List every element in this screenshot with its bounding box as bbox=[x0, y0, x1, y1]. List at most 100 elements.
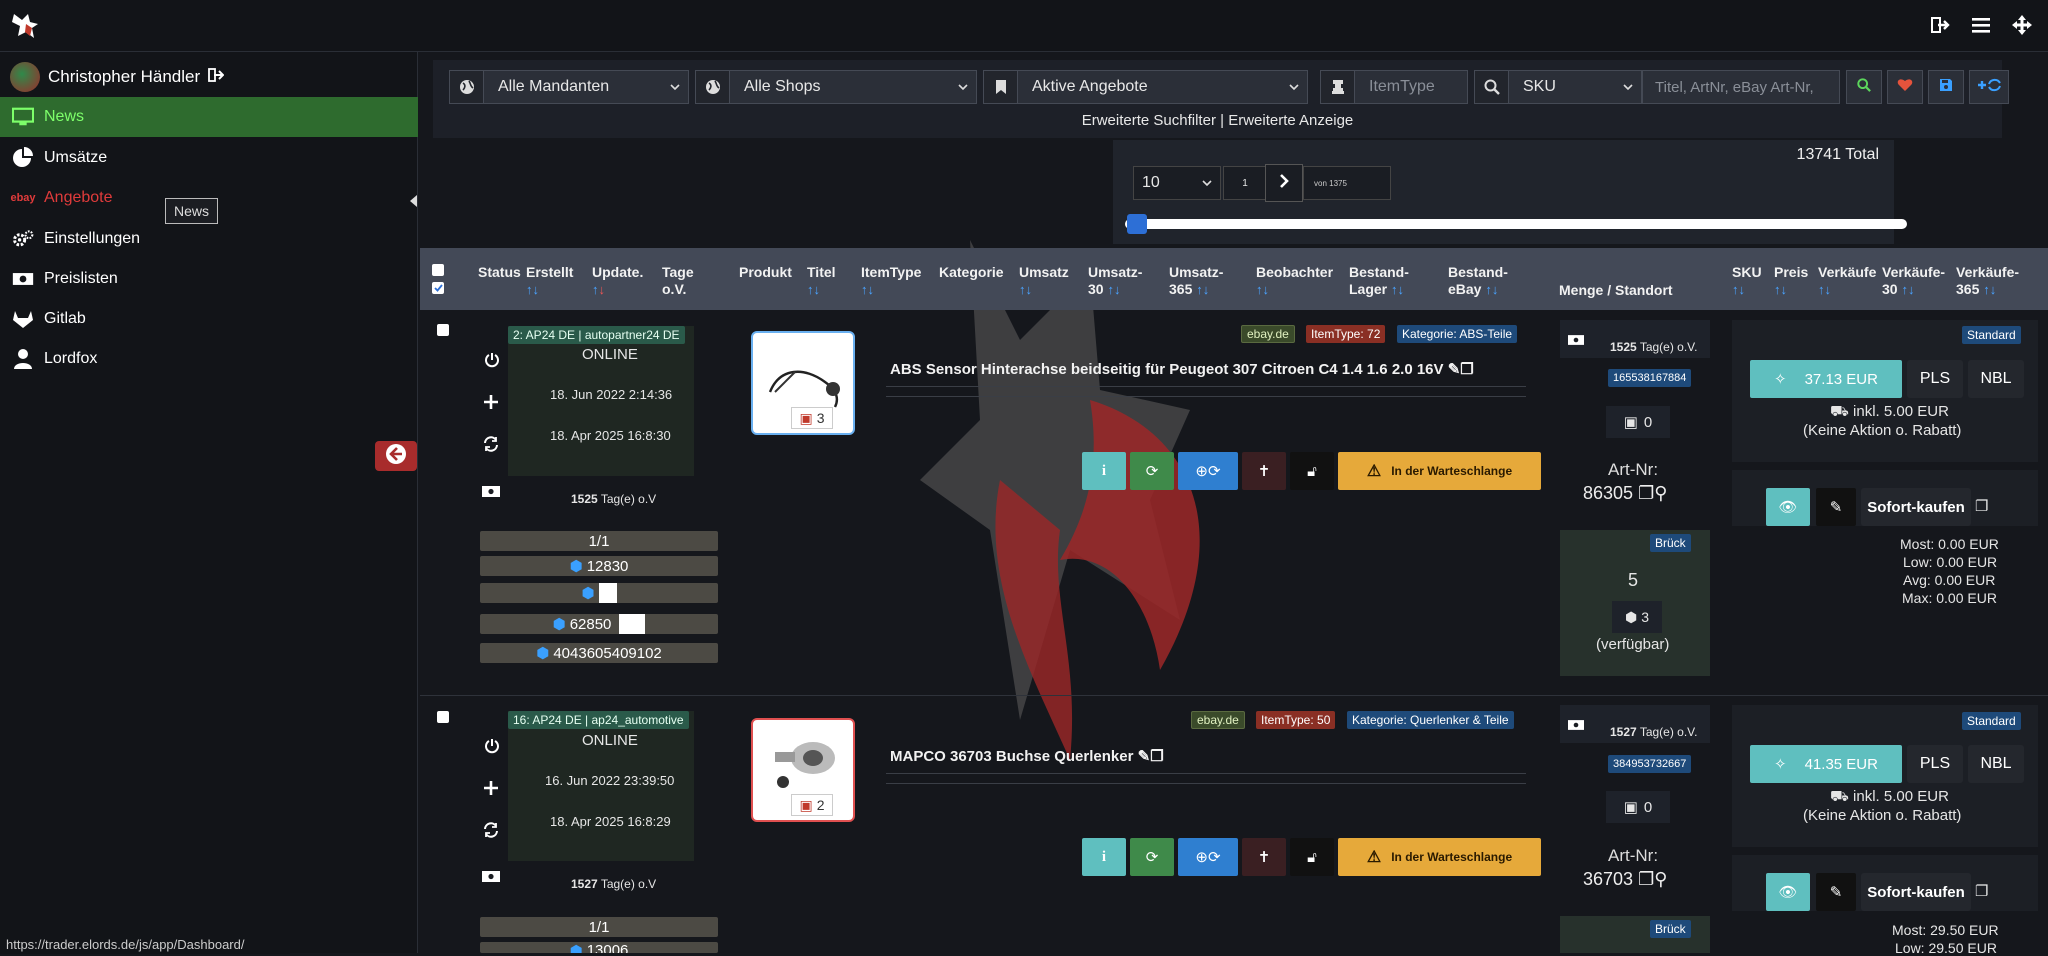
sort-icon[interactable]: ↑↓ bbox=[1485, 282, 1498, 297]
power-icon[interactable] bbox=[484, 738, 500, 759]
shops-select[interactable]: Alle Shops bbox=[695, 70, 977, 104]
col-kategorie[interactable]: Kategorie bbox=[939, 264, 1004, 281]
col-titel[interactable]: Titel ↑↓ bbox=[807, 264, 836, 298]
sidebar-item-preislisten[interactable]: Preislisten bbox=[0, 259, 418, 299]
copy-icon[interactable]: ❐ bbox=[1460, 361, 1473, 378]
product-title[interactable]: ABS Sensor Hinterachse beidseitig für Pe… bbox=[890, 360, 1474, 378]
save-button[interactable] bbox=[1928, 70, 1964, 104]
collapse-sidebar-button[interactable] bbox=[375, 441, 417, 471]
sort-icon[interactable]: ↑↓ bbox=[1391, 282, 1404, 297]
sort-icon[interactable]: ↑↓ bbox=[1196, 282, 1209, 297]
edit-button[interactable]: ✎ bbox=[1816, 488, 1856, 526]
link-erweiterte-suchfilter[interactable]: Erweiterte Suchfilter bbox=[1082, 112, 1216, 129]
sidebar-item-gitlab[interactable]: Gitlab bbox=[0, 299, 418, 339]
pls-button[interactable]: PLS bbox=[1907, 360, 1963, 398]
zoom-icon[interactable]: ⚲ bbox=[1654, 869, 1667, 889]
page-slider[interactable] bbox=[1125, 219, 1907, 229]
pencil-icon[interactable]: ✎ bbox=[1138, 748, 1151, 765]
nbl-button[interactable]: NBL bbox=[1968, 360, 2024, 398]
col-bestand-ebay[interactable]: Bestand-eBay ↑↓ bbox=[1448, 264, 1508, 298]
copy-icon[interactable]: ❐ bbox=[1975, 497, 1988, 515]
copy-icon[interactable]: ❐ bbox=[1638, 869, 1654, 889]
pin-button[interactable]: ✝ bbox=[1242, 838, 1286, 876]
info-button[interactable]: i bbox=[1082, 838, 1126, 876]
sort-icon[interactable]: ↑↓ bbox=[1732, 282, 1745, 297]
sort-icon[interactable]: ↑↓ bbox=[1107, 282, 1120, 297]
col-menge-standort[interactable]: Menge / Standort bbox=[1559, 282, 1673, 299]
product-title[interactable]: MAPCO 36703 Buchse Querlenker ✎❐ bbox=[890, 747, 1164, 765]
move-icon[interactable] bbox=[2011, 14, 2033, 41]
zoom-icon[interactable]: ⚲ bbox=[1654, 483, 1667, 503]
wolf-logo-icon[interactable] bbox=[10, 10, 42, 40]
logout-small-icon[interactable] bbox=[208, 67, 225, 87]
col-tage[interactable]: Tage o.V. bbox=[662, 264, 694, 298]
view-button[interactable]: 👁︎ bbox=[1766, 488, 1810, 526]
col-verkaeufe-30[interactable]: Verkäufe- 30 ↑↓ bbox=[1882, 264, 1945, 298]
select-all-checkbox[interactable] bbox=[432, 264, 444, 276]
info-button[interactable]: i bbox=[1082, 452, 1126, 490]
sidebar-item-einstellungen[interactable]: Einstellungen bbox=[0, 219, 418, 259]
sync-icon[interactable] bbox=[483, 436, 499, 457]
view-button[interactable]: 👁︎ bbox=[1766, 873, 1810, 911]
col-sku[interactable]: SKU ↑↓ bbox=[1732, 264, 1762, 298]
copy-icon[interactable]: ❐ bbox=[1150, 748, 1163, 765]
refresh-button[interactable]: ⟳ bbox=[1130, 452, 1174, 490]
sort-icon[interactable]: ↑↓ bbox=[1774, 282, 1787, 297]
col-itemtype[interactable]: ItemType ↑↓ bbox=[861, 264, 921, 298]
row-checkbox[interactable] bbox=[437, 711, 449, 723]
copy-icon[interactable]: ❐ bbox=[1638, 483, 1654, 503]
link-erweiterte-anzeige[interactable]: Erweiterte Anzeige bbox=[1228, 112, 1353, 129]
add-sync-button[interactable]: ⊕⟳ bbox=[1178, 838, 1238, 876]
sync-icon[interactable] bbox=[483, 822, 499, 843]
col-umsatz-365[interactable]: Umsatz- 365 ↑↓ bbox=[1169, 264, 1223, 298]
sort-icon[interactable]: ↑↓ bbox=[1256, 282, 1269, 297]
row-checkbox[interactable] bbox=[437, 324, 449, 336]
search-button[interactable] bbox=[1846, 70, 1882, 104]
product-image[interactable]: ▣ 2 bbox=[751, 718, 855, 822]
buy-format-button[interactable]: Sofort-kaufen bbox=[1861, 873, 1971, 911]
queue-status-button[interactable]: ⚠ In der Warteschlange bbox=[1338, 452, 1541, 490]
page-size-select[interactable]: 10 bbox=[1133, 166, 1221, 200]
sort-desc-active-icon[interactable]: ↓ bbox=[599, 282, 606, 297]
col-umsatz-30[interactable]: Umsatz- 30 ↑↓ bbox=[1088, 264, 1142, 298]
add-sync-button[interactable] bbox=[1969, 70, 2009, 104]
queue-status-button[interactable]: ⚠ In der Warteschlange bbox=[1338, 838, 1541, 876]
sort-icon[interactable]: ↑↓ bbox=[807, 282, 820, 297]
nbl-button[interactable]: NBL bbox=[1968, 745, 2024, 783]
add-sync-button[interactable]: ⊕⟳ bbox=[1178, 452, 1238, 490]
user-profile[interactable]: Christopher Händler bbox=[10, 60, 225, 94]
col-verkaeufe-365[interactable]: Verkäufe- 365 ↑↓ bbox=[1956, 264, 2019, 298]
sidebar-item-news[interactable]: News bbox=[0, 97, 418, 137]
sidebar-item-angebote[interactable]: ebay Angebote bbox=[0, 178, 418, 218]
select-page-checkbox[interactable] bbox=[432, 282, 444, 294]
menu-icon[interactable] bbox=[1971, 15, 1991, 40]
col-update[interactable]: Update. ↑↓ bbox=[592, 264, 643, 298]
angebote-select[interactable]: Aktive Angebote bbox=[983, 70, 1308, 104]
unlock-button[interactable]: 🔓︎ bbox=[1290, 838, 1334, 876]
next-page-button[interactable] bbox=[1265, 164, 1303, 202]
sort-icon[interactable]: ↑↓ bbox=[1019, 282, 1032, 297]
sort-icon[interactable]: ↑↓ bbox=[1818, 282, 1831, 297]
power-icon[interactable] bbox=[484, 352, 500, 373]
col-preis[interactable]: Preis ↑↓ bbox=[1774, 264, 1808, 298]
col-verkaeufe[interactable]: Verkäufe ↑↓ bbox=[1818, 264, 1876, 298]
col-status[interactable]: Status bbox=[478, 264, 521, 281]
edit-button[interactable]: ✎ bbox=[1816, 873, 1856, 911]
plus-icon[interactable] bbox=[483, 780, 499, 801]
sidebar-item-umsaetze[interactable]: Umsätze bbox=[0, 138, 418, 178]
ebay-id-badge[interactable]: 384953732667 bbox=[1608, 755, 1692, 773]
price-button[interactable]: ✧ 41.35 EUR bbox=[1750, 745, 1902, 783]
sidebar-item-lordfox[interactable]: Lordfox bbox=[0, 339, 418, 379]
col-produkt[interactable]: Produkt bbox=[739, 264, 792, 281]
mandanten-select[interactable]: Alle Mandanten bbox=[449, 70, 689, 104]
pin-button[interactable]: ✝ bbox=[1242, 452, 1286, 490]
pencil-icon[interactable]: ✎ bbox=[1448, 361, 1461, 378]
page-slider-handle[interactable] bbox=[1127, 214, 1147, 234]
plus-icon[interactable] bbox=[483, 394, 499, 415]
refresh-button[interactable]: ⟳ bbox=[1130, 838, 1174, 876]
col-erstellt[interactable]: Erstellt ↑↓ bbox=[526, 264, 573, 298]
ebay-id-badge[interactable]: 165538167884 bbox=[1608, 369, 1692, 387]
sku-select[interactable]: SKU bbox=[1474, 70, 1642, 104]
col-bestand-lager[interactable]: Bestand- Lager ↑↓ bbox=[1349, 264, 1409, 298]
search-input[interactable]: Titel, ArtNr, eBay Art-Nr, bbox=[1642, 70, 1840, 104]
